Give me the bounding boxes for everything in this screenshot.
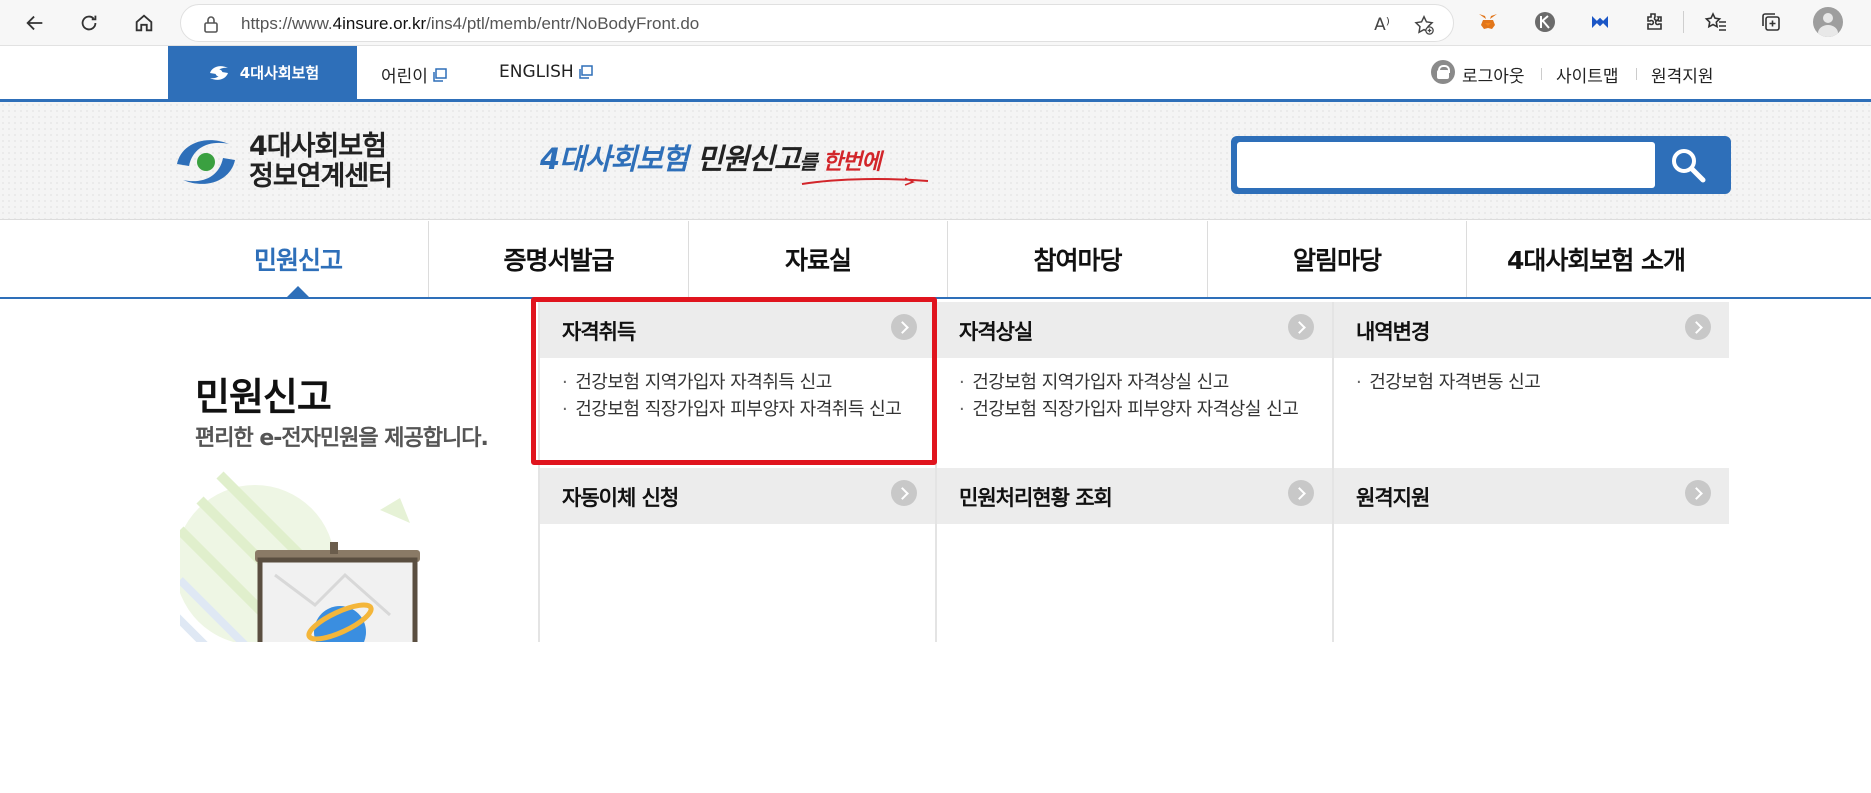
logout-link[interactable]: 로그아웃: [1462, 62, 1525, 87]
chevron-right-icon[interactable]: [1685, 480, 1711, 506]
menu-list-loss: 건강보험 지역가입자 자격상실 신고 건강보험 직장가입자 피부양자 자격상실 …: [959, 369, 1299, 423]
intro-illustration: [180, 471, 420, 642]
extension-satellite-icon[interactable]: [1587, 9, 1613, 35]
metamask-extension-icon[interactable]: [1475, 9, 1501, 35]
menu-list-change: 건강보험 자격변동 신고: [1356, 369, 1541, 396]
main-navigation: 민원신고 증명서발급 자료실 참여마당 알림마당 4대사회보험 소개: [0, 221, 1871, 299]
new-window-icon: [433, 67, 447, 82]
menu-column-1: 자격취득 건강보험 지역가입자 자격취득 신고 건강보험 직장가입자 피부양자 …: [538, 302, 935, 642]
menu-section-change[interactable]: 내역변경: [1334, 302, 1729, 358]
search-box: [1231, 136, 1731, 194]
home-button[interactable]: [129, 8, 159, 38]
new-window-icon: [578, 65, 593, 79]
menu-section-acquisition[interactable]: 자격취득: [540, 302, 935, 358]
read-aloud-icon[interactable]: A⁾: [1371, 14, 1393, 36]
site-logo[interactable]: 4대사회보험 정보연계센터: [175, 130, 393, 194]
gnb-item-archive[interactable]: 자료실: [689, 221, 947, 297]
menu-section-remote-support[interactable]: 원격지원: [1334, 468, 1729, 524]
list-item[interactable]: 건강보험 자격변동 신고: [1356, 369, 1541, 396]
extension-k-icon[interactable]: [1532, 9, 1558, 35]
brand-tab[interactable]: 4대사회보험: [168, 46, 357, 99]
url-text: https://www.4insure.or.kr/ins4/ptl/memb/…: [241, 14, 700, 33]
home-icon: [135, 14, 153, 32]
reload-icon: [81, 15, 97, 31]
menu-column-2: 자격상실 건강보험 지역가입자 자격상실 신고 건강보험 직장가입자 피부양자 …: [935, 302, 1332, 642]
logout-lock-icon: [1431, 60, 1455, 84]
site-header: 4대사회보험 정보연계센터 4대사회보험 민원신고를 한번에: [0, 102, 1871, 220]
extensions-puzzle-icon[interactable]: [1641, 9, 1667, 35]
kids-link[interactable]: 어린이: [381, 62, 447, 87]
lock-icon: [204, 16, 218, 33]
remote-support-link[interactable]: 원격지원: [1651, 62, 1714, 87]
browser-toolbar: https://www.4insure.or.kr/ins4/ptl/memb/…: [0, 0, 1871, 46]
header-slogan: 4대사회보험 민원신고를 한번에: [540, 142, 882, 176]
menu-column-3: 내역변경 건강보험 자격변동 신고 원격지원: [1332, 302, 1729, 642]
chevron-right-icon[interactable]: [1288, 314, 1314, 340]
utility-separator: [1636, 68, 1637, 80]
back-arrow-icon: [26, 15, 43, 31]
gnb-item-notice[interactable]: 알림마당: [1208, 221, 1466, 297]
sitemap-link[interactable]: 사이트맵: [1556, 62, 1619, 87]
collections-icon[interactable]: [1758, 9, 1784, 35]
utility-separator: [1541, 68, 1542, 80]
chevron-right-icon[interactable]: [891, 480, 917, 506]
intro-subtitle: 편리한 e-전자민원을 제공합니다.: [195, 426, 489, 451]
slogan-brush-stroke: [801, 177, 929, 186]
list-item[interactable]: 건강보험 직장가입자 피부양자 자격취득 신고: [562, 396, 902, 423]
chevron-right-icon[interactable]: [891, 314, 917, 340]
gnb-item-certificate[interactable]: 증명서발급: [429, 221, 688, 297]
menu-section-auto-transfer[interactable]: 자동이체 신청: [540, 468, 935, 524]
search-icon: [1672, 149, 1706, 183]
list-item[interactable]: 건강보험 지역가입자 자격상실 신고: [959, 369, 1298, 396]
menu-section-loss[interactable]: 자격상실: [937, 302, 1332, 358]
brand-tab-label: 4대사회보험: [239, 64, 320, 82]
back-button[interactable]: [20, 8, 50, 38]
chevron-right-icon[interactable]: [1685, 314, 1711, 340]
toolbar-separator: [1683, 11, 1684, 33]
search-button[interactable]: [1653, 142, 1723, 188]
chevron-right-icon[interactable]: [1288, 480, 1314, 506]
list-item[interactable]: 건강보험 지역가입자 자격취득 신고: [562, 369, 901, 396]
reload-button[interactable]: [74, 8, 104, 38]
site-logo-emblem-icon: [177, 140, 235, 184]
menu-list-acquisition: 건강보험 지역가입자 자격취득 신고 건강보험 직장가입자 피부양자 자격취득 …: [562, 369, 902, 423]
english-link[interactable]: ENGLISH: [499, 62, 593, 82]
intro-title: 민원신고: [195, 375, 332, 419]
brand-mini-logo-icon: [209, 65, 228, 80]
favorite-star-icon[interactable]: [1413, 14, 1435, 36]
gnb-item-about[interactable]: 4대사회보험 소개: [1467, 221, 1725, 297]
utility-bar: 4대사회보험 어린이 ENGLISH 로그아웃 사이트맵 원격지원: [0, 46, 1871, 102]
profile-avatar[interactable]: [1813, 7, 1843, 37]
address-bar[interactable]: https://www.4insure.or.kr/ins4/ptl/memb/…: [180, 4, 1454, 42]
active-tab-indicator: [285, 286, 311, 299]
logo-text: 4대사회보험 정보연계센터: [249, 131, 393, 192]
list-item[interactable]: 건강보험 직장가입자 피부양자 자격상실 신고: [959, 396, 1299, 423]
menu-section-status-inquiry[interactable]: 민원처리현황 조회: [937, 468, 1332, 524]
gnb-item-participation[interactable]: 참여마당: [948, 221, 1207, 297]
favorites-icon[interactable]: [1703, 9, 1729, 35]
search-input[interactable]: [1237, 142, 1655, 188]
